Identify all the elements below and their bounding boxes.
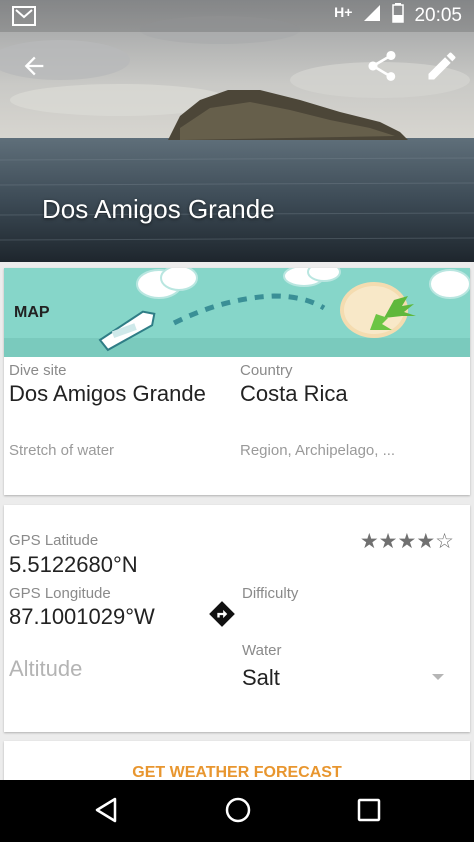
stretch-of-water-input[interactable]: Stretch of water xyxy=(9,442,114,459)
map-illustration xyxy=(4,268,470,357)
network-type: H+ xyxy=(334,4,353,20)
dive-site-label: Dive site xyxy=(9,362,67,379)
back-arrow-icon[interactable] xyxy=(20,52,48,80)
directions-icon[interactable] xyxy=(208,600,236,633)
map-label: MAP xyxy=(14,304,50,321)
map-banner[interactable]: MAP xyxy=(4,268,470,357)
share-icon[interactable] xyxy=(364,48,400,84)
dive-site-card: MAP Dive site Dos Amigos Grande Country … xyxy=(4,268,470,495)
battery-icon xyxy=(392,3,405,29)
gps-latitude-label: GPS Latitude xyxy=(9,532,99,549)
clock: 20:05 xyxy=(414,5,462,26)
gps-card: GPS Latitude 5.5122680°N ★★★★☆ GPS Longi… xyxy=(4,505,470,732)
country-input[interactable]: Costa Rica xyxy=(240,381,348,407)
gps-latitude-input[interactable]: 5.5122680°N xyxy=(9,552,138,578)
recents-nav-icon[interactable] xyxy=(356,796,382,829)
dropdown-arrow-icon[interactable] xyxy=(432,674,444,680)
water-select[interactable]: Salt xyxy=(242,665,280,691)
gps-longitude-input[interactable]: 87.1001029°W xyxy=(9,604,155,630)
toolbar xyxy=(0,36,474,100)
dive-site-input[interactable]: Dos Amigos Grande xyxy=(9,381,206,407)
water-label: Water xyxy=(242,642,282,659)
page-title: Dos Amigos Grande xyxy=(42,194,275,224)
back-nav-icon[interactable] xyxy=(93,796,119,829)
difficulty-label: Difficulty xyxy=(242,585,299,602)
country-label: Country xyxy=(240,362,293,379)
gps-longitude-label: GPS Longitude xyxy=(9,585,111,602)
gmail-notification-icon xyxy=(12,6,36,31)
header-image: Dos Amigos Grande xyxy=(0,0,474,262)
region-input[interactable]: Region, Archipelago, ... xyxy=(240,442,395,459)
signal-icon xyxy=(362,3,382,29)
edit-pencil-icon[interactable] xyxy=(424,48,460,84)
home-nav-icon[interactable] xyxy=(224,796,252,829)
navigation-bar xyxy=(0,780,474,842)
altitude-input[interactable]: Altitude xyxy=(9,656,82,682)
weather-card: GET WEATHER FORECAST xyxy=(4,741,470,781)
status-bar: H+ 20:05 xyxy=(0,0,474,32)
rating-stars[interactable]: ★★★★☆ xyxy=(360,529,454,554)
